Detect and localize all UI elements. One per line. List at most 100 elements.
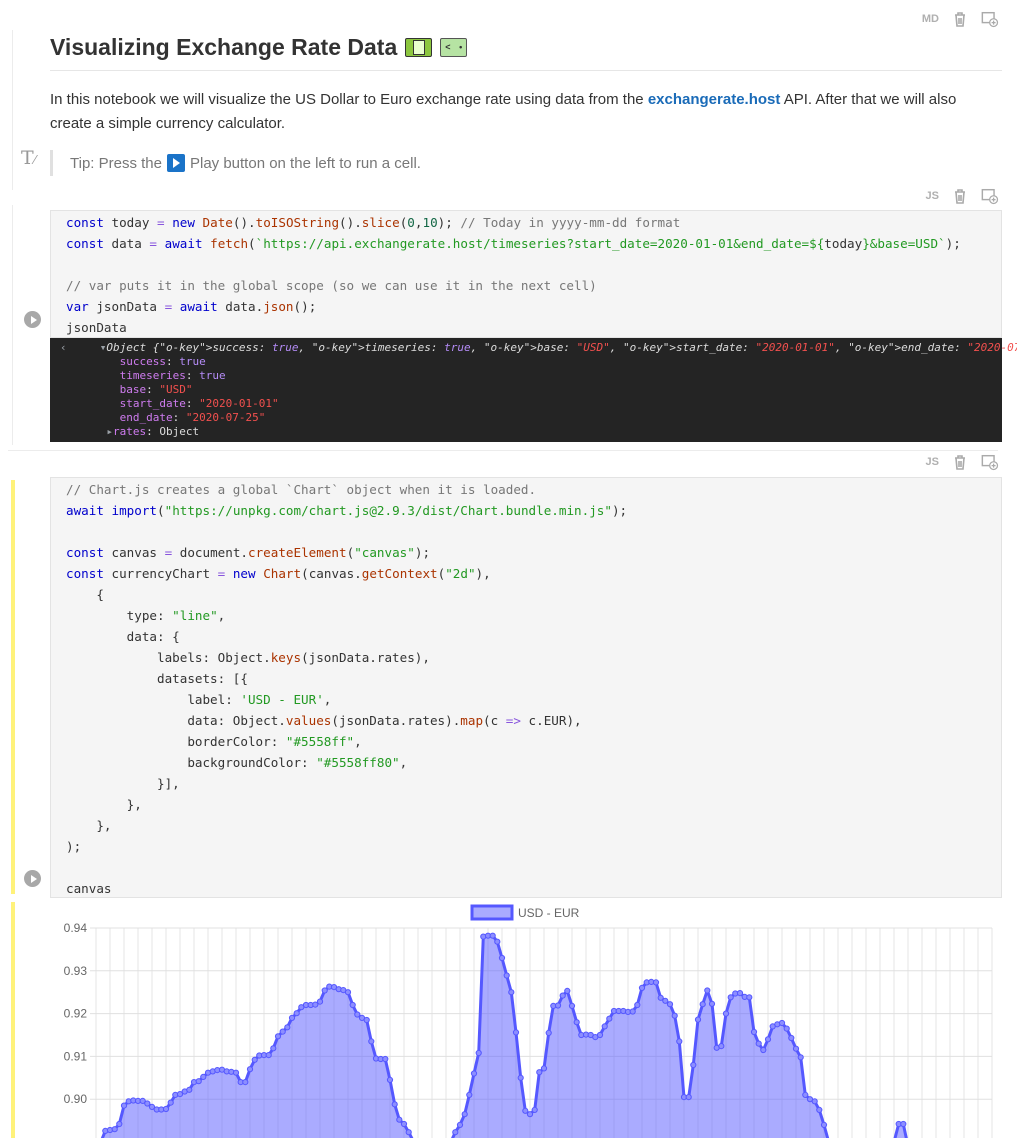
data-point bbox=[699, 1001, 706, 1008]
page-title: Visualizing Exchange Rate Data < • bbox=[50, 34, 1002, 71]
data-point bbox=[694, 1016, 702, 1023]
data-point bbox=[764, 1036, 772, 1043]
data-point bbox=[503, 972, 510, 979]
code-line: type: "line", bbox=[66, 608, 226, 623]
tip-blockquote: Tip: Press the Play button on the left t… bbox=[50, 150, 421, 176]
data-point bbox=[498, 954, 506, 962]
data-point bbox=[708, 1000, 716, 1007]
data-point bbox=[162, 1105, 170, 1113]
output-fields: success: true timeseries: true base: "US… bbox=[60, 355, 1002, 425]
data-point bbox=[755, 1040, 762, 1047]
js1-cell-type-label[interactable]: JS bbox=[926, 190, 939, 202]
data-point bbox=[736, 990, 744, 997]
data-point bbox=[120, 1102, 128, 1109]
data-point bbox=[391, 1101, 398, 1108]
output-field-end-date: end_date: "2020-07-25" bbox=[119, 411, 266, 424]
output-field-timeseries: timeseries: true bbox=[119, 369, 226, 382]
output-rates-row[interactable]: ▸rates: Object bbox=[60, 425, 1002, 439]
y-tick-label: 0.93 bbox=[64, 964, 88, 978]
data-point bbox=[363, 1016, 370, 1024]
data-point bbox=[456, 1121, 464, 1128]
code-line: const data = await fetch(`https://api.ex… bbox=[66, 236, 961, 251]
data-point bbox=[246, 1066, 254, 1073]
data-point bbox=[284, 1024, 291, 1031]
output-field-start-date: start_date: "2020-01-01" bbox=[119, 397, 279, 410]
code-line: datasets: [{ bbox=[66, 671, 248, 686]
data-point bbox=[265, 1052, 272, 1059]
data-point bbox=[522, 1107, 529, 1114]
exchangerate-host-link[interactable]: exchangerate.host bbox=[648, 91, 781, 108]
data-point bbox=[195, 1078, 202, 1085]
intro-paragraph: In this notebook we will visualize the U… bbox=[50, 91, 957, 132]
data-point bbox=[368, 1038, 375, 1045]
money-with-wings-icon bbox=[405, 38, 433, 57]
legend-swatch bbox=[470, 904, 514, 921]
output-summary-row[interactable]: ‹ ▾Object {"o-key">success: true, "o-key… bbox=[60, 341, 1017, 355]
data-point bbox=[554, 1002, 562, 1009]
data-point bbox=[545, 1029, 552, 1036]
code-line: label: 'USD - EUR', bbox=[66, 692, 332, 707]
code-line: { bbox=[66, 587, 104, 602]
data-point bbox=[750, 1028, 758, 1036]
data-point bbox=[634, 1001, 641, 1009]
js2-code-editor[interactable]: // Chart.js creates a global `Chart` obj… bbox=[50, 477, 1002, 898]
code-line: canvas bbox=[66, 881, 112, 896]
data-point bbox=[900, 1120, 907, 1128]
data-point bbox=[167, 1099, 174, 1106]
data-point bbox=[144, 1100, 151, 1107]
js2-cell-type-label[interactable]: JS bbox=[926, 456, 939, 468]
data-point bbox=[354, 1011, 361, 1018]
data-point bbox=[760, 1046, 767, 1054]
code-line: const canvas = document.createElement("c… bbox=[66, 545, 431, 560]
code-line: data: Object.values(jsonData.rates).map(… bbox=[66, 713, 582, 728]
data-point bbox=[270, 1045, 277, 1052]
data-point bbox=[186, 1086, 193, 1093]
output-field-base: base: "USD" bbox=[119, 383, 193, 396]
expand-triangle-icon[interactable]: ▸ bbox=[106, 425, 113, 438]
data-point bbox=[783, 1025, 790, 1032]
data-point bbox=[489, 932, 496, 939]
run-cell-button[interactable] bbox=[24, 311, 41, 328]
currency-exchange-icon: < • bbox=[440, 38, 468, 57]
data-point bbox=[676, 1038, 683, 1045]
add-cell-icon[interactable] bbox=[981, 10, 999, 28]
chart-svg: 0.94 0.93 0.92 0.91 0.90 USD - EUR bbox=[64, 904, 993, 1143]
add-cell-icon[interactable] bbox=[981, 187, 999, 205]
add-cell-icon[interactable] bbox=[981, 453, 999, 471]
md-cell-controls: MD bbox=[922, 10, 999, 28]
data-point bbox=[116, 1120, 123, 1128]
trash-icon[interactable] bbox=[951, 10, 969, 28]
data-point bbox=[466, 1091, 473, 1098]
legend-label: USD - EUR bbox=[518, 906, 580, 920]
text-format-icon[interactable]: T⁄ bbox=[21, 147, 36, 169]
code-line: labels: Object.keys(jsonData.rates), bbox=[66, 650, 430, 665]
play-button-emoji-icon bbox=[166, 154, 185, 172]
data-point bbox=[573, 1019, 580, 1026]
data-point bbox=[564, 987, 571, 995]
js1-code-editor[interactable]: const today = new Date().toISOString().s… bbox=[50, 210, 1002, 338]
md-cell-type-label[interactable]: MD bbox=[922, 13, 939, 25]
y-tick-label: 0.92 bbox=[64, 1007, 88, 1021]
code-line: const today = new Date().toISOString().s… bbox=[66, 215, 681, 230]
data-point bbox=[727, 994, 734, 1001]
run-cell-button[interactable] bbox=[24, 870, 41, 887]
data-point bbox=[312, 1001, 319, 1008]
trash-icon[interactable] bbox=[951, 453, 969, 471]
data-point bbox=[704, 987, 711, 994]
data-point bbox=[746, 994, 753, 1001]
code-line: data: { bbox=[66, 629, 180, 644]
md-cell-gutter bbox=[12, 30, 13, 190]
code-line: }, bbox=[66, 797, 142, 812]
y-tick-label: 0.94 bbox=[64, 921, 88, 935]
data-point bbox=[508, 989, 515, 996]
data-point bbox=[531, 1106, 538, 1113]
data-point bbox=[517, 1074, 524, 1081]
data-point bbox=[816, 1106, 823, 1113]
data-point bbox=[820, 1121, 828, 1128]
trash-icon[interactable] bbox=[951, 187, 969, 205]
data-point bbox=[386, 1076, 394, 1083]
js1-cell-controls: JS bbox=[926, 187, 999, 205]
data-point bbox=[540, 1065, 548, 1072]
